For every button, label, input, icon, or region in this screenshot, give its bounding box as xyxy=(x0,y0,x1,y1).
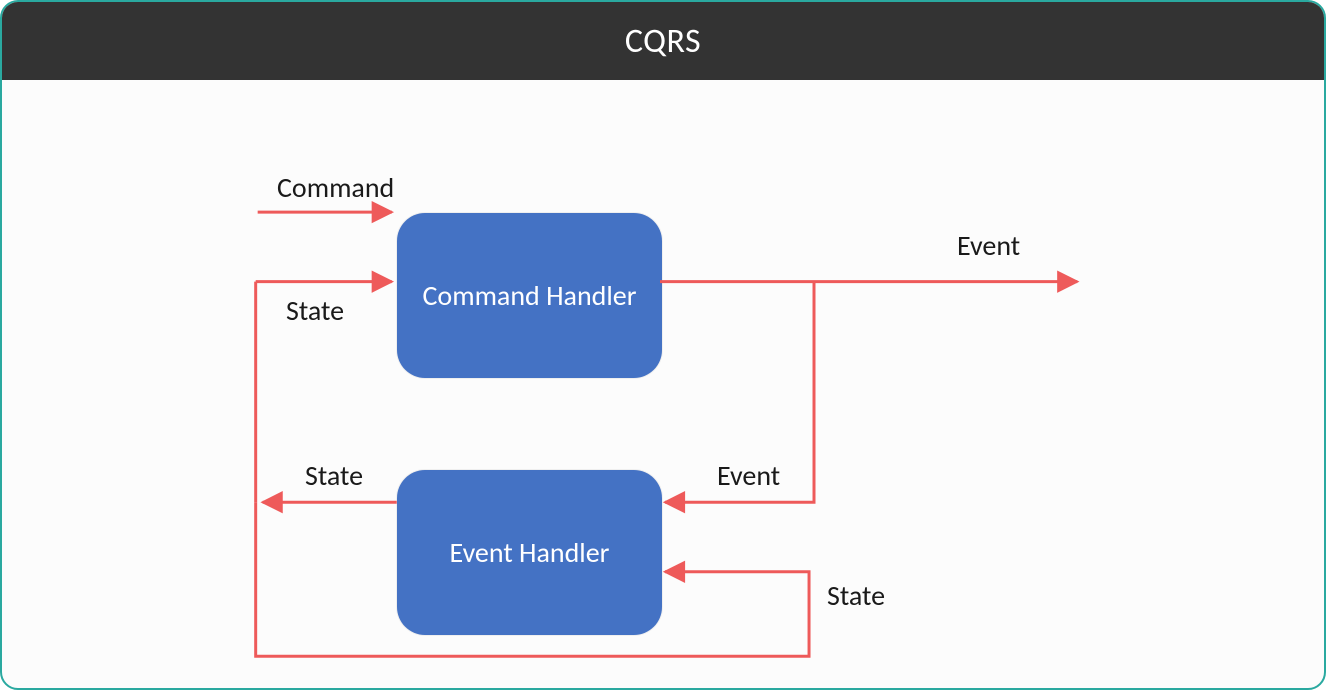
event-handler-node: Event Handler xyxy=(397,470,662,635)
label-event-out: Event xyxy=(957,228,1020,263)
label-command: Command xyxy=(277,170,394,205)
label-state-out: State xyxy=(305,458,363,493)
event-handler-label: Event Handler xyxy=(450,535,610,570)
label-state-into-evt: State xyxy=(827,578,885,613)
command-handler-node: Command Handler xyxy=(397,213,662,378)
diagram-canvas: Command Handler Event Handler Command St… xyxy=(2,80,1324,688)
title-bar: CQRS xyxy=(2,2,1324,80)
arrow-layer xyxy=(2,80,1324,688)
label-event-into-evt: Event xyxy=(717,458,780,493)
title-text: CQRS xyxy=(625,21,701,62)
diagram-frame: CQRS Command Handler Event Handler Comma… xyxy=(0,0,1326,690)
label-state-into-cmd: State xyxy=(286,293,344,328)
command-handler-label: Command Handler xyxy=(423,278,637,313)
